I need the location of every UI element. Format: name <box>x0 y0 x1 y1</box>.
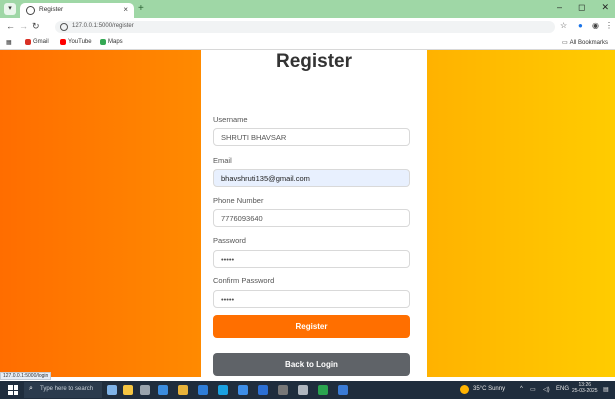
search-icon: ⌕ <box>29 385 33 392</box>
widgets-icon[interactable] <box>107 385 117 395</box>
cortana-icon[interactable] <box>123 385 133 395</box>
bookmark-gmail[interactable]: Gmail <box>25 39 49 45</box>
username-label: Username <box>213 115 248 124</box>
forward-arrow-icon[interactable]: → <box>19 21 28 31</box>
store-icon[interactable] <box>198 385 208 395</box>
tray-chevron-icon[interactable]: ^ <box>520 386 523 392</box>
vscode-icon[interactable] <box>218 385 228 395</box>
reload-icon[interactable]: ↻ <box>32 21 40 32</box>
extension-icon[interactable]: ● <box>578 21 583 30</box>
apps-grid-icon[interactable]: ▦ <box>6 39 12 46</box>
window-controls: – ◻ ✕ <box>557 2 609 13</box>
weather-icon <box>460 385 469 394</box>
close-window-button[interactable]: ✕ <box>601 2 609 13</box>
photos-icon[interactable] <box>338 385 348 395</box>
bookmark-maps[interactable]: Maps <box>100 39 123 45</box>
tab-title: Register <box>39 6 64 13</box>
language-indicator[interactable]: ENG <box>556 386 569 392</box>
search-placeholder: Type here to search <box>40 386 94 392</box>
status-bar-link: 127.0.0.1:5000/login <box>0 372 52 380</box>
maximize-button[interactable]: ◻ <box>578 2 585 13</box>
url-text: 127.0.0.1:5000/register <box>72 23 134 29</box>
youtube-icon <box>60 39 66 45</box>
all-bookmarks-folder[interactable]: ▭ All Bookmarks <box>562 39 608 47</box>
bookmarks-bar: ▦ Gmail YouTube Maps ▭ All Bookmarks <box>0 36 615 50</box>
site-info-icon[interactable] <box>60 23 68 31</box>
bookmark-youtube[interactable]: YouTube <box>60 39 92 45</box>
chrome-icon[interactable] <box>318 385 328 395</box>
tab-close-button[interactable]: × <box>123 5 128 14</box>
gmail-icon <box>25 39 31 45</box>
page-background: Register Username SHRUTI BHAVSAR Email b… <box>0 50 615 377</box>
taskbar: ⌕ Type here to search 35°C Sunny ^ ▭ ◁) … <box>0 381 615 399</box>
tab-search-icon[interactable]: ▾ <box>4 3 16 15</box>
profile-icon[interactable]: ◉ <box>592 21 599 30</box>
url-field[interactable]: 127.0.0.1:5000/register <box>55 21 555 33</box>
folder-icon: ▭ <box>562 40 568 46</box>
globe-icon <box>26 6 35 15</box>
maps-pin-icon <box>100 39 106 45</box>
password-label: Password <box>213 236 246 245</box>
app-icon[interactable] <box>258 385 268 395</box>
notification-icon[interactable]: ▤ <box>603 386 609 393</box>
browser-titlebar: ▾ Register × + – ◻ ✕ <box>0 0 615 18</box>
back-arrow-icon[interactable]: ← <box>6 21 15 31</box>
tab-register[interactable]: Register × <box>20 3 134 18</box>
email-field[interactable]: bhavshruti135@gmail.com <box>213 169 410 187</box>
phone-label: Phone Number <box>213 196 264 205</box>
phone-field[interactable]: 7776093640 <box>213 209 410 227</box>
mail-icon[interactable] <box>238 385 248 395</box>
edge-icon[interactable] <box>158 385 168 395</box>
weather-text[interactable]: 35°C Sunny <box>473 386 505 392</box>
task-view-icon[interactable] <box>140 385 150 395</box>
password-field[interactable]: ••••• <box>213 250 410 268</box>
register-card: Register Username SHRUTI BHAVSAR Email b… <box>201 50 427 377</box>
register-button[interactable]: Register <box>213 315 410 338</box>
teams-icon[interactable] <box>278 385 288 395</box>
confirm-password-field[interactable]: ••••• <box>213 290 410 308</box>
bookmark-star-icon[interactable]: ☆ <box>560 21 567 30</box>
network-icon[interactable]: ▭ <box>530 386 536 393</box>
menu-kebab-icon[interactable]: ⋮ <box>605 21 613 30</box>
windows-start-icon[interactable] <box>8 385 18 395</box>
taskbar-search-input[interactable]: ⌕ Type here to search <box>24 382 102 398</box>
minimize-button[interactable]: – <box>557 2 562 13</box>
volume-icon[interactable]: ◁) <box>543 386 550 393</box>
username-field[interactable]: SHRUTI BHAVSAR <box>213 128 410 146</box>
terminal-icon[interactable] <box>298 385 308 395</box>
clock[interactable]: 13:26 25-03-2025 <box>572 382 598 394</box>
address-bar: ← → ↻ 127.0.0.1:5000/register ☆ ● ◉ ⋮ <box>0 18 615 36</box>
clock-date: 25-03-2025 <box>572 388 598 394</box>
confirm-password-label: Confirm Password <box>213 276 275 285</box>
back-to-login-button[interactable]: Back to Login <box>213 353 410 376</box>
email-label: Email <box>213 156 232 165</box>
file-explorer-icon[interactable] <box>178 385 188 395</box>
page-title: Register <box>275 51 353 72</box>
new-tab-button[interactable]: + <box>138 3 144 14</box>
